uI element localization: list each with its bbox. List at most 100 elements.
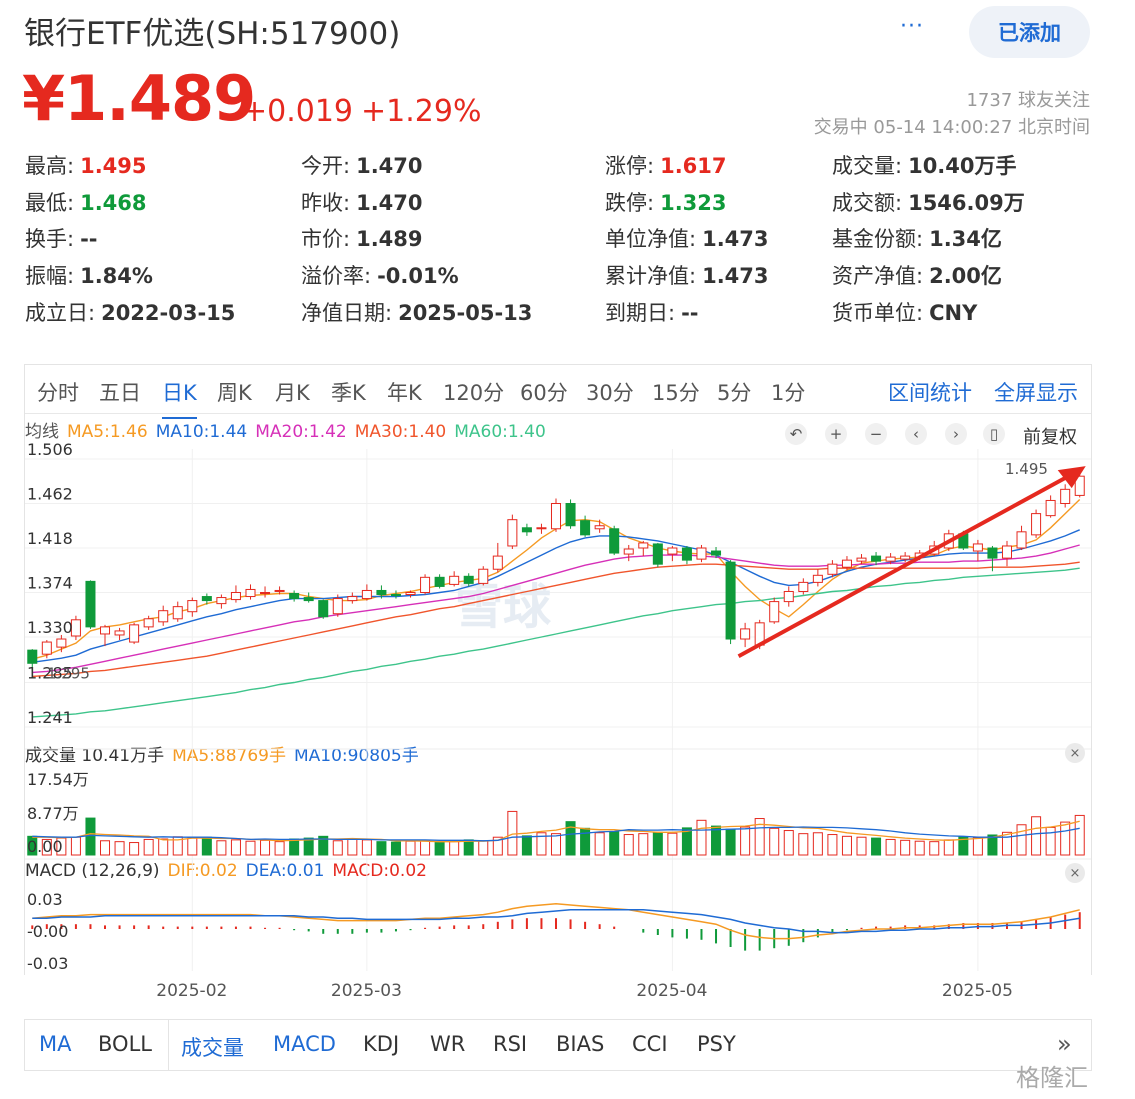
tab-divider bbox=[168, 1020, 169, 1070]
price-tick-label: 1.418 bbox=[27, 529, 73, 548]
volume-bar bbox=[376, 841, 387, 856]
zoom-out-icon[interactable]: − bbox=[865, 423, 887, 445]
indicator-tab-4[interactable]: KDJ bbox=[363, 1032, 399, 1056]
candle-body bbox=[958, 533, 969, 549]
volume-bar bbox=[332, 840, 343, 856]
indicator-tab-3[interactable]: MACD bbox=[273, 1032, 336, 1056]
tab-period-9[interactable]: 30分 bbox=[586, 377, 634, 407]
tab-period-2[interactable]: 日K bbox=[162, 377, 197, 419]
phone-icon[interactable]: ▯ bbox=[983, 423, 1005, 445]
volume-bar bbox=[711, 825, 722, 856]
macd-tick-label: 0.03 bbox=[27, 890, 63, 909]
close-volume-icon[interactable]: × bbox=[1065, 743, 1085, 763]
stat-label: 货币单位: bbox=[832, 300, 924, 325]
tab-period-3[interactable]: 周K bbox=[217, 377, 252, 407]
tab-period-6[interactable]: 年K bbox=[387, 377, 422, 407]
volume-bar bbox=[914, 840, 925, 856]
tab-period-5[interactable]: 季K bbox=[331, 377, 366, 407]
stat-value: 1.468 bbox=[80, 190, 147, 215]
indicator-tab-7[interactable]: BIAS bbox=[556, 1032, 604, 1056]
price-tick-label: 1.330 bbox=[27, 618, 73, 637]
indicator-tab-1[interactable]: BOLL bbox=[98, 1032, 152, 1056]
kline-chart-svg[interactable]: 雪球 1.506 1.462 1.418 1.374 1.330 1.285 1.241 1.4… bbox=[25, 365, 1091, 1005]
candle-body bbox=[230, 591, 241, 601]
volume-bar bbox=[434, 842, 445, 856]
volume-bar bbox=[405, 840, 416, 856]
volume-bar bbox=[783, 830, 794, 856]
macd-legend-item: DIF:0.02 bbox=[167, 861, 238, 881]
candle-body bbox=[841, 559, 852, 568]
indicator-tab-6[interactable]: RSI bbox=[493, 1032, 527, 1056]
stat-label: 累计净值: bbox=[605, 264, 697, 289]
stat-label: 成立日: bbox=[25, 300, 96, 325]
indicator-tab-2[interactable]: 成交量 bbox=[181, 1032, 244, 1062]
adjust-mode-toggle[interactable]: 前复权 bbox=[1023, 423, 1077, 449]
candle-body bbox=[856, 557, 867, 562]
added-watchlist-button[interactable]: 已添加 bbox=[969, 6, 1090, 58]
kline-chart-panel: 分时 五日 日K 周K 月K 季K 年K 120分 60分 30分 15分 5分 1分 区间统计 全屏显示 … bbox=[24, 364, 1092, 1001]
close-macd-icon[interactable]: × bbox=[1065, 863, 1085, 883]
stat-value: 1.470 bbox=[356, 190, 423, 215]
scroll-left-icon[interactable]: ‹ bbox=[905, 423, 927, 445]
candle-body bbox=[56, 638, 67, 648]
candle-body bbox=[114, 630, 125, 636]
fullscreen-button[interactable]: 全屏显示 bbox=[994, 377, 1078, 407]
more-options-button[interactable]: ··· bbox=[900, 14, 924, 39]
zoom-in-icon[interactable]: + bbox=[825, 423, 847, 445]
candle-body bbox=[478, 568, 489, 584]
ma-legend: 均线 MA5:1.46 MA10:1.44 MA20:1.42 MA30:1.40 MA6… bbox=[25, 417, 554, 442]
candle-body bbox=[536, 527, 547, 530]
tab-period-10[interactable]: 15分 bbox=[652, 377, 700, 407]
indicator-tab-5[interactable]: WR bbox=[430, 1032, 465, 1056]
candle-body bbox=[289, 593, 300, 600]
stat-item: 今开: 1.470 bbox=[301, 150, 423, 180]
volume-bar bbox=[652, 831, 663, 856]
tab-period-0[interactable]: 分时 bbox=[37, 377, 79, 407]
volume-bar bbox=[260, 839, 271, 856]
stat-value: 1.84% bbox=[80, 264, 153, 289]
stat-item: 到期日: -- bbox=[605, 297, 699, 327]
tab-period-12[interactable]: 1分 bbox=[771, 377, 805, 407]
range-stats-button[interactable]: 区间统计 bbox=[888, 377, 972, 407]
trend-arrow-head bbox=[1057, 466, 1086, 489]
stat-item: 货币单位: CNY bbox=[832, 297, 977, 327]
volume-bar bbox=[303, 837, 314, 856]
candle-body bbox=[274, 589, 285, 592]
candle-body bbox=[376, 589, 387, 596]
volume-bar bbox=[1074, 814, 1085, 856]
candle-body bbox=[565, 502, 576, 527]
candle-body bbox=[100, 626, 111, 635]
stat-value: 2.00亿 bbox=[929, 264, 1002, 289]
indicator-tab-8[interactable]: CCI bbox=[632, 1032, 668, 1056]
volume-bar bbox=[85, 817, 96, 856]
candle-body bbox=[85, 580, 96, 628]
volume-bar bbox=[536, 832, 547, 856]
ma-legend-item: MA10:1.44 bbox=[155, 422, 248, 442]
candle-body bbox=[507, 519, 518, 547]
indicator-tab-0[interactable]: MA bbox=[39, 1032, 71, 1056]
tab-period-11[interactable]: 5分 bbox=[717, 377, 751, 407]
stat-item: 市价: 1.489 bbox=[301, 223, 423, 253]
candle-body bbox=[580, 520, 591, 536]
tab-period-1[interactable]: 五日 bbox=[99, 377, 141, 407]
candle-body bbox=[1001, 545, 1012, 559]
volume-bar bbox=[725, 828, 736, 856]
undo-icon[interactable]: ↶ bbox=[785, 423, 807, 445]
candle-body bbox=[943, 533, 954, 549]
volume-bar bbox=[812, 832, 823, 856]
candle-body bbox=[667, 547, 678, 555]
macd-legend-item: MACD:0.02 bbox=[332, 861, 427, 881]
tab-period-7[interactable]: 120分 bbox=[443, 377, 504, 407]
volume-bar bbox=[667, 832, 678, 856]
tab-period-4[interactable]: 月K bbox=[275, 377, 310, 407]
tab-period-8[interactable]: 60分 bbox=[520, 377, 568, 407]
candle-body bbox=[740, 628, 751, 640]
indicator-tab-9[interactable]: PSY bbox=[697, 1032, 736, 1056]
scroll-right-icon[interactable]: › bbox=[945, 423, 967, 445]
more-tabs-icon[interactable]: » bbox=[1057, 1030, 1072, 1058]
stat-item: 跌停: 1.323 bbox=[605, 187, 727, 217]
stat-item: 成立日: 2022-03-15 bbox=[25, 297, 235, 327]
volume-legend-item: MA10:90805手 bbox=[294, 746, 419, 766]
candle-body bbox=[449, 575, 460, 585]
stat-value: 1.495 bbox=[80, 154, 147, 178]
